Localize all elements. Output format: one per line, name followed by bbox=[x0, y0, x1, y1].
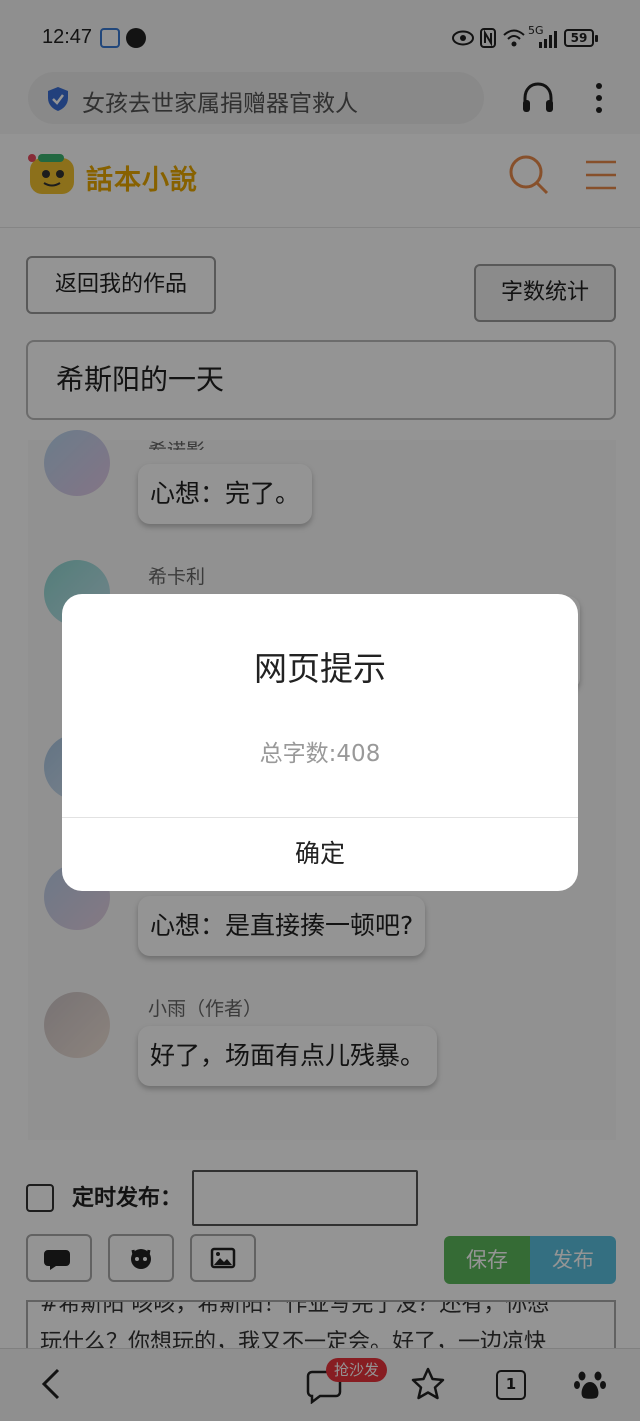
dialog-message: 总字数:408 bbox=[259, 741, 381, 767]
dialog-title: 网页提示 bbox=[254, 649, 386, 688]
confirm-button[interactable]: 确定 bbox=[62, 818, 578, 891]
